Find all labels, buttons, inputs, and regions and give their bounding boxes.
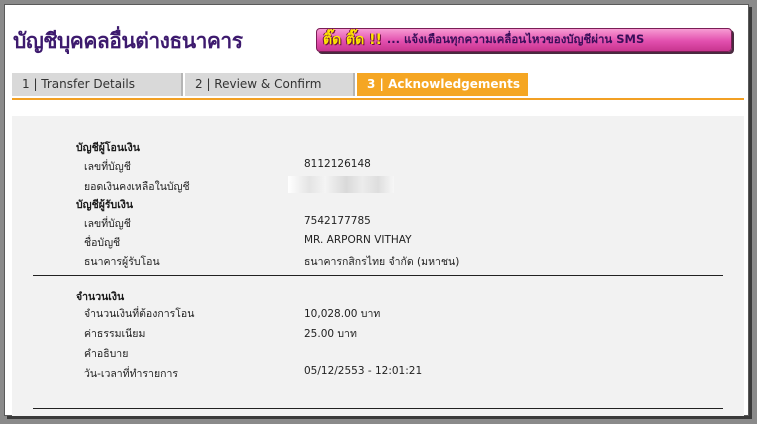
description-label: คำอธิบาย <box>84 348 129 360</box>
to-account-name-label: ชื่อบัญชี <box>84 237 121 249</box>
transfer-amount-label: จำนวนเงินที่ต้องการโอน <box>84 308 195 320</box>
step-tabs: 1 | Transfer Details 2 | Review & Confir… <box>12 73 744 100</box>
transaction-datetime-value: 05/12/2553 - 12:01:21 <box>304 365 423 377</box>
tab-acknowledgements[interactable]: 3 | Acknowledgements <box>357 73 528 96</box>
sms-alert-banner[interactable]: ติ๊ด ติ๊ด !! ... แจ้งเตือนทุกความเคลื่อน… <box>316 28 732 52</box>
to-account-number-label: เลขที่บัญชี <box>84 218 131 230</box>
tab-review-confirm[interactable]: 2 | Review & Confirm <box>185 73 355 96</box>
to-account-name-value: MR. ARPORN VITHAY <box>304 234 412 246</box>
section-divider-bottom <box>33 408 723 409</box>
to-account-heading: บัญชีผู้รับเงิน <box>76 199 134 211</box>
tab-transfer-details[interactable]: 1 | Transfer Details <box>12 73 183 96</box>
section-divider <box>33 275 723 276</box>
recipient-bank-value: ธนาคารกสิกรไทย จำกัด (มหาชน) <box>304 256 460 268</box>
acknowledgement-panel: บัญชีผู้โอนเงิน เลขที่บัญชี 8112126148 ย… <box>12 116 744 416</box>
transaction-datetime-label: วัน-เวลาที่ทำรายการ <box>84 368 178 380</box>
page-title: บัญชีบุคคลอื่นต่างธนาคาร <box>13 29 243 53</box>
from-account-number-label: เลขที่บัญชี <box>84 161 131 173</box>
fee-value: 25.00 บาท <box>304 328 357 340</box>
masked-balance-value <box>288 176 394 193</box>
amount-heading: จำนวนเงิน <box>76 291 125 303</box>
recipient-bank-label: ธนาคารผู้รับโอน <box>84 256 160 268</box>
fee-label: ค่าธรรมเนียม <box>84 328 146 340</box>
balance-label: ยอดเงินคงเหลือในบัญชี <box>84 181 190 193</box>
transfer-amount-value: 10,028.00 บาท <box>304 308 381 320</box>
sms-banner-prefix: ติ๊ด ติ๊ด !! <box>323 32 382 48</box>
from-account-number-value: 8112126148 <box>304 158 371 170</box>
page: บัญชีบุคคลอื่นต่างธนาคาร ติ๊ด ติ๊ด !! ..… <box>5 5 748 416</box>
window-frame: บัญชีบุคคลอื่นต่างธนาคาร ติ๊ด ติ๊ด !! ..… <box>0 0 757 424</box>
to-account-number-value: 7542177785 <box>304 215 371 227</box>
from-account-heading: บัญชีผู้โอนเงิน <box>76 142 140 154</box>
sms-banner-text: ... แจ้งเตือนทุกความเคลื่อนไหวของบัญชีผ่… <box>386 32 645 46</box>
